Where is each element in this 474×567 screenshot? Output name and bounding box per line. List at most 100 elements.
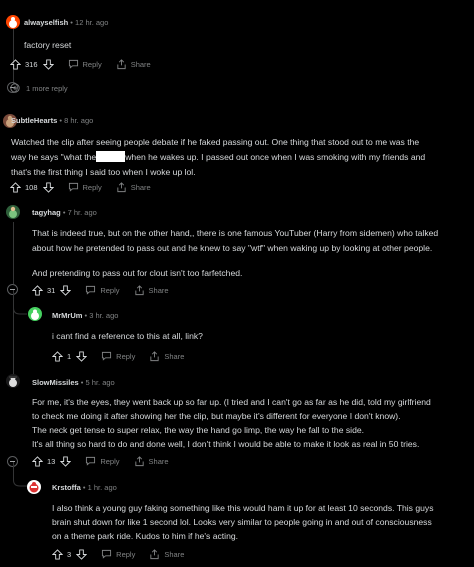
- reply-icon: [86, 456, 96, 466]
- comment-actions: 3 Reply Share: [52, 547, 184, 561]
- comment-text: on a theme park ride. Kudos to him if he…: [52, 531, 239, 541]
- upvote-icon[interactable]: [52, 548, 63, 560]
- upvote-icon[interactable]: [10, 58, 21, 70]
- timestamp[interactable]: 1 hr. ago: [88, 483, 117, 492]
- vote-count: 3: [67, 549, 72, 559]
- comment-text: i cant find a reference to this at all, …: [52, 331, 203, 341]
- timestamp[interactable]: 3 hr. ago: [89, 311, 118, 320]
- comment-actions: 13 Reply Share: [32, 454, 169, 468]
- comment-text-part: when he wakes up. I passed out once when…: [125, 152, 426, 162]
- timestamp[interactable]: 7 hr. ago: [68, 208, 97, 217]
- reply-button[interactable]: Reply: [101, 351, 135, 361]
- thread-line[interactable]: [13, 28, 14, 84]
- reply-button[interactable]: Reply: [85, 285, 120, 295]
- reply-icon: [102, 351, 112, 361]
- snoo-avatar-icon: [9, 206, 17, 218]
- comment-body: Watched the clip after seeing people deb…: [11, 135, 471, 180]
- upvote-icon[interactable]: [52, 350, 63, 362]
- snoo-avatar-icon: [31, 309, 39, 320]
- avatar[interactable]: [6, 374, 20, 388]
- comment-text: that's the first thing I said too when I…: [11, 167, 196, 177]
- share-button[interactable]: Share: [116, 181, 151, 193]
- downvote-icon[interactable]: [76, 548, 88, 560]
- separator: •: [82, 483, 86, 492]
- comment-actions: 31 Reply Share: [32, 283, 169, 297]
- more-replies-label: 1 more reply: [26, 83, 68, 93]
- downvote-icon[interactable]: [76, 350, 88, 362]
- share-button[interactable]: Share: [149, 548, 184, 560]
- avatar[interactable]: [6, 205, 20, 219]
- share-icon: [150, 350, 159, 361]
- vote-count: 31: [47, 285, 56, 295]
- timestamp[interactable]: 8 hr. ago: [64, 116, 93, 125]
- comment-text: about how he pretended to pass out and h…: [32, 243, 433, 253]
- comment-text: And pretending to pass out for clout isn…: [32, 268, 243, 278]
- thread-line[interactable]: [13, 222, 14, 284]
- comment-text-part: way he says "what the: [11, 152, 97, 162]
- vote-count: 13: [47, 456, 56, 466]
- downvote-icon[interactable]: [42, 58, 54, 70]
- thread-line[interactable]: [13, 290, 14, 380]
- comment-actions: 1 Reply Share: [52, 349, 184, 363]
- reply-label: Reply: [116, 351, 136, 361]
- comment-text: It's all thing so hard to do and done we…: [32, 439, 420, 449]
- share-button[interactable]: Share: [149, 350, 184, 362]
- separator: •: [80, 378, 84, 387]
- avatar[interactable]: [6, 15, 20, 29]
- vote-count: 316: [25, 59, 38, 69]
- comment-text: way he says "what the when he wakes up. I…: [11, 150, 471, 165]
- comment-text: For me, it's the eyes, they went back up…: [32, 397, 431, 407]
- reply-label: Reply: [100, 456, 120, 466]
- separator: •: [84, 311, 88, 320]
- reply-button[interactable]: Reply: [85, 456, 120, 466]
- upvote-icon[interactable]: [32, 284, 43, 296]
- share-button[interactable]: Share: [134, 284, 169, 296]
- share-button[interactable]: Share: [116, 58, 151, 70]
- downvote-icon[interactable]: [60, 455, 72, 467]
- reply-button[interactable]: Reply: [68, 182, 102, 192]
- comment-text: That is indeed true, but on the other ha…: [32, 228, 439, 238]
- comment-body: I also think a young guy faking somethin…: [52, 501, 472, 543]
- reply-icon: [86, 285, 96, 295]
- comment-meta: tagyhag • 7 hr. ago: [32, 208, 97, 217]
- comment-body: factory reset: [24, 38, 71, 53]
- share-label: Share: [148, 285, 169, 295]
- comment-text: Watched the clip after seeing people deb…: [11, 137, 420, 147]
- downvote-icon[interactable]: [60, 284, 72, 296]
- comment-text: brain shut down for like 1 second lol. L…: [52, 517, 432, 527]
- reply-label: Reply: [100, 285, 120, 295]
- username[interactable]: Krstoffa: [52, 483, 81, 492]
- vote-count: 1: [67, 351, 72, 361]
- comment-body: i cant find a reference to this at all, …: [52, 329, 203, 344]
- upvote-icon[interactable]: [32, 455, 43, 467]
- username[interactable]: MrMrUm: [52, 311, 82, 320]
- comment-meta: alwayselfish • 12 hr. ago: [24, 18, 108, 27]
- share-label: Share: [130, 182, 151, 192]
- username[interactable]: alwayselfish: [24, 18, 68, 27]
- plus-circle-icon: [10, 83, 20, 93]
- comment-actions: 316 Reply Share: [10, 57, 151, 71]
- share-button[interactable]: Share: [134, 455, 169, 467]
- upvote-icon[interactable]: [10, 181, 21, 193]
- more-replies-link[interactable]: 1 more reply: [10, 83, 68, 93]
- avatar[interactable]: [28, 307, 42, 321]
- share-label: Share: [148, 456, 169, 466]
- share-icon: [134, 284, 144, 295]
- comment-actions: 108 Reply Share: [10, 180, 151, 194]
- timestamp[interactable]: 5 hr. ago: [86, 378, 115, 387]
- comment-body: That is indeed true, but on the other ha…: [32, 226, 472, 281]
- reply-button[interactable]: Reply: [68, 59, 102, 69]
- username[interactable]: SubtleHearts: [11, 116, 57, 125]
- comment-meta: Krstoffa • 1 hr. ago: [52, 483, 117, 492]
- comment-meta: SlowMissiles • 5 hr. ago: [32, 378, 115, 387]
- timestamp[interactable]: 12 hr. ago: [75, 18, 108, 27]
- downvote-icon[interactable]: [42, 181, 54, 193]
- username[interactable]: tagyhag: [32, 208, 61, 217]
- username[interactable]: SlowMissiles: [32, 378, 79, 387]
- separator: •: [70, 18, 73, 27]
- snoo-avatar-icon: [9, 17, 17, 28]
- comment-body: For me, it's the eyes, they went back up…: [32, 395, 472, 451]
- avatar[interactable]: [27, 480, 41, 494]
- reply-button[interactable]: Reply: [101, 549, 135, 559]
- comment-text: to check me doing it after showing her t…: [32, 411, 401, 421]
